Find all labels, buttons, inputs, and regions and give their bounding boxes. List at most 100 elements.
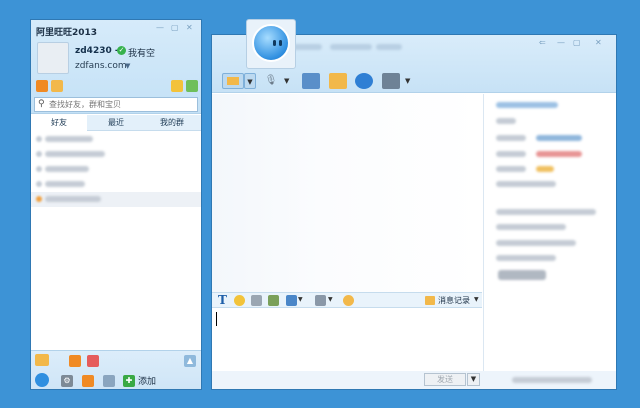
contact-avatar [36, 166, 42, 172]
quick-reply-icon[interactable] [315, 295, 326, 306]
info-link[interactable] [496, 102, 558, 108]
chevron-down-icon[interactable]: ▼ [474, 296, 479, 303]
contact-name [45, 181, 85, 187]
info-row [496, 118, 516, 124]
contact-avatar [36, 196, 42, 202]
info-row [496, 224, 566, 230]
add-label[interactable]: 添加 [138, 374, 156, 387]
bell-icon[interactable] [343, 295, 354, 306]
contact-avatar [36, 151, 42, 157]
message-input[interactable] [212, 309, 482, 371]
rss-icon[interactable] [69, 355, 81, 367]
microphone-icon[interactable]: 🎙 [262, 73, 280, 89]
info-button[interactable] [498, 270, 546, 280]
footer-link[interactable] [512, 377, 592, 383]
username: zd4230 - [75, 46, 119, 56]
format-toolbar: T ▼ ▼ 消息记录 ▼ [212, 292, 482, 308]
shield-icon[interactable] [82, 375, 94, 387]
gear-icon[interactable]: ⚙ [61, 375, 73, 387]
skin-icon[interactable] [186, 80, 198, 92]
chat-window: ⇐ — ▢ ✕ ▼ 🎙 ▼ ▼ T ▼ ▼ 消息记录 ▼ 发送 ▼ [211, 19, 617, 390]
avatar[interactable] [37, 42, 69, 74]
app-title: 阿里旺旺2013 [36, 28, 98, 38]
list-item[interactable] [31, 162, 201, 177]
remote-assist-icon[interactable] [382, 73, 400, 89]
chevron-down-icon[interactable]: ▼ [244, 73, 256, 89]
font-icon[interactable]: T [218, 293, 227, 308]
image-icon[interactable] [251, 295, 262, 306]
signature-text[interactable]: zdfans.com [75, 61, 127, 71]
tab-friends[interactable]: 好友 [31, 115, 87, 131]
contact-info-panel [483, 94, 616, 371]
logo-eye [273, 40, 276, 46]
contact-avatar [36, 136, 42, 142]
message-history[interactable] [212, 94, 482, 292]
contact-list [31, 132, 201, 207]
info-row [496, 151, 526, 157]
message-record-link[interactable]: 消息记录 [438, 295, 470, 306]
minimize-icon[interactable]: — [156, 23, 164, 32]
send-button[interactable]: 发送 [424, 373, 466, 386]
capture-icon[interactable] [286, 295, 297, 306]
status-text[interactable]: 我有空 [128, 46, 155, 59]
shop-icon[interactable] [87, 355, 99, 367]
search-icon: ⚲ [38, 99, 45, 109]
send-options-icon[interactable]: ▼ [467, 373, 480, 386]
contact-tabs: 好友 最近 我的群 [31, 115, 201, 131]
chevron-down-icon[interactable]: ▼ [328, 296, 333, 303]
contact-extra [376, 44, 402, 50]
info-value [536, 151, 582, 157]
aliwangwang-logo-icon [252, 24, 290, 62]
emoji-icon[interactable] [234, 295, 245, 306]
close-icon[interactable]: ✕ [186, 23, 193, 32]
rss-icon[interactable] [36, 80, 48, 92]
maximize-icon[interactable]: ▢ [171, 23, 179, 32]
chevron-down-icon[interactable]: ▼ [405, 77, 410, 85]
main-menu-icon[interactable] [35, 373, 49, 387]
info-value [536, 166, 554, 172]
back-icon[interactable]: ⇐ [539, 38, 546, 47]
mail-icon[interactable] [51, 80, 63, 92]
contact-avatar [36, 181, 42, 187]
list-item[interactable] [31, 192, 201, 207]
info-value [536, 135, 582, 141]
info-row [496, 209, 596, 215]
tab-my-groups[interactable]: 我的群 [144, 115, 200, 131]
list-item[interactable] [31, 147, 201, 162]
chevron-down-icon[interactable]: ▼ [125, 62, 130, 70]
contact-name [45, 196, 101, 202]
contact-name [45, 151, 105, 157]
contact-name [45, 136, 93, 142]
online-status-icon[interactable]: ✓ [117, 46, 126, 55]
folder-icon[interactable] [222, 73, 244, 89]
message-icon[interactable] [171, 80, 183, 92]
add-icon[interactable]: ✚ [123, 375, 135, 387]
info-row [496, 181, 556, 187]
search-input[interactable] [49, 98, 195, 111]
logo-eye [279, 40, 282, 46]
close-icon[interactable]: ✕ [595, 38, 602, 47]
minimize-icon[interactable]: — [557, 38, 565, 47]
chevron-down-icon[interactable]: ▼ [284, 77, 289, 85]
bottom-toolbar: ▲ ⚙ ✚ 添加 [31, 350, 201, 389]
chat-bubble-icon[interactable] [329, 73, 347, 89]
chat-bubble-icon[interactable] [103, 375, 115, 387]
browser-icon[interactable] [355, 73, 373, 89]
screenshot-icon[interactable] [268, 295, 279, 306]
contact-list-window: 阿里旺旺2013 — ▢ ✕ zd4230 - ✓ 我有空 zdfans.com… [30, 19, 202, 390]
chevron-up-icon[interactable]: ▲ [184, 355, 196, 367]
message-record-icon[interactable] [425, 296, 435, 305]
video-icon[interactable] [302, 73, 320, 89]
info-row [496, 135, 526, 141]
search-box[interactable]: ⚲ [34, 97, 198, 112]
contact-avatar[interactable] [246, 19, 296, 69]
info-row [496, 240, 576, 246]
tab-recent[interactable]: 最近 [88, 115, 144, 131]
send-bar: 发送 ▼ [212, 371, 616, 389]
list-item[interactable] [31, 177, 201, 192]
list-item[interactable] [31, 132, 201, 147]
app-center-icon[interactable] [35, 354, 49, 366]
maximize-icon[interactable]: ▢ [573, 38, 581, 47]
profile-panel: 阿里旺旺2013 — ▢ ✕ zd4230 - ✓ 我有空 zdfans.com… [31, 20, 201, 114]
chevron-down-icon[interactable]: ▼ [298, 296, 303, 303]
